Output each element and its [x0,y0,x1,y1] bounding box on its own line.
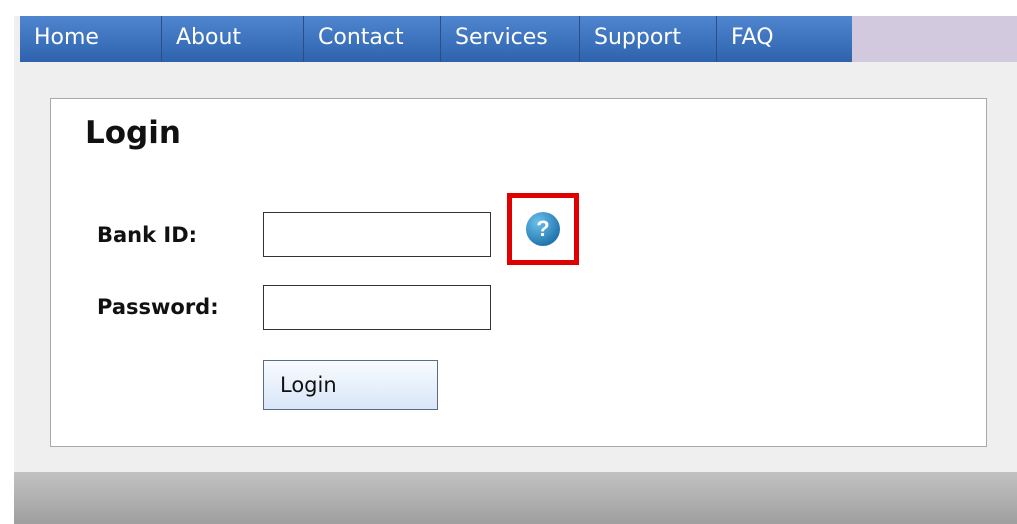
footer-bar [14,472,1017,524]
page-container: Home About Contact Services Support FAQ … [14,0,1017,524]
login-panel: Login Bank ID: ? Password: Login [50,98,987,447]
password-input[interactable] [263,285,491,330]
bank-id-label: Bank ID: [97,223,198,247]
nav-menu: Home About Contact Services Support FAQ [20,16,852,62]
nav-item-home[interactable]: Home [20,16,162,62]
top-strip [14,0,1017,16]
nav-item-services[interactable]: Services [441,16,580,62]
question-mark-icon[interactable]: ? [526,212,560,246]
login-button[interactable]: Login [263,360,438,410]
bank-id-input[interactable] [263,212,491,257]
nav-item-support[interactable]: Support [580,16,717,62]
password-label: Password: [97,295,219,319]
login-title: Login [85,115,181,151]
nav-item-faq[interactable]: FAQ [717,16,852,62]
help-highlight-box[interactable]: ? [507,193,579,265]
top-navigation: Home About Contact Services Support FAQ [20,16,1017,62]
nav-item-contact[interactable]: Contact [304,16,441,62]
nav-item-about[interactable]: About [162,16,304,62]
